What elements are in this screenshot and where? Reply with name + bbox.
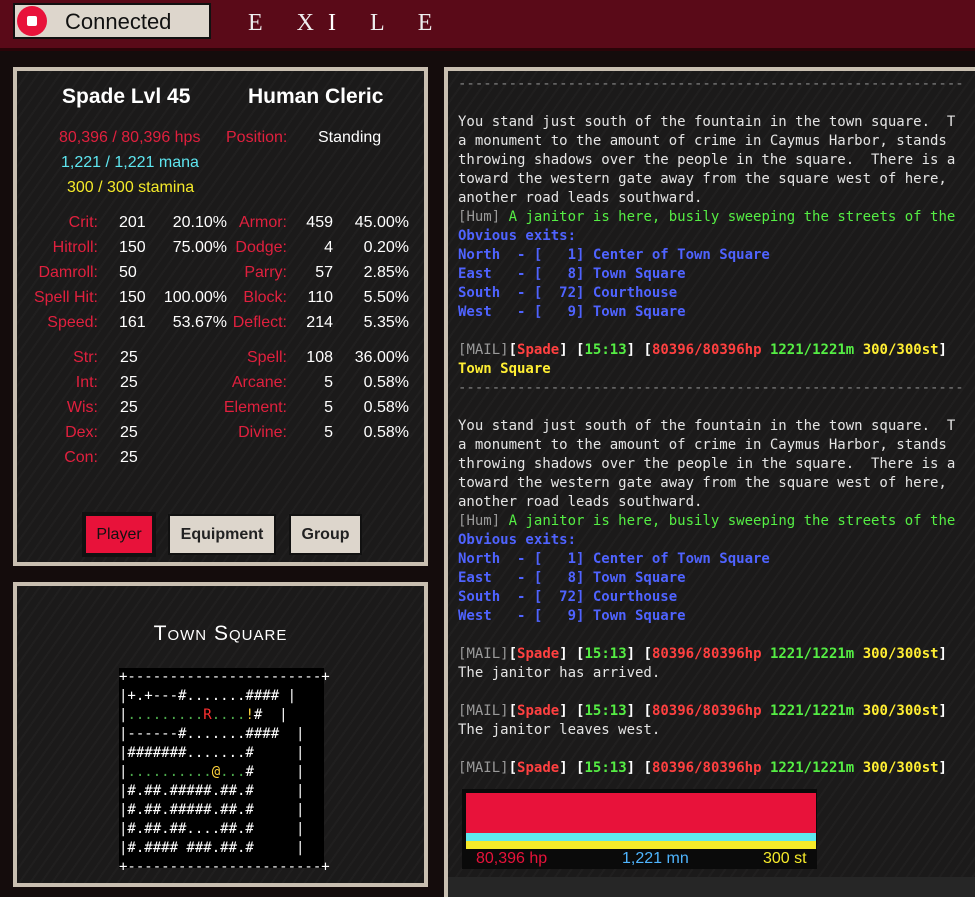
spell-value: 5 [324, 399, 333, 416]
connection-status: Connected [65, 9, 172, 34]
stamina-text: 300 / 300 stamina [67, 179, 195, 196]
stat-label: Damroll: [38, 264, 98, 281]
game-output-panel: ----------------------------------------… [444, 67, 975, 897]
stat-label: Speed: [47, 314, 98, 331]
character-name: Spade Lvl 45 [62, 85, 191, 108]
mana-bar-label: 1,221 mn [622, 850, 689, 867]
attribute-label: Wis: [66, 399, 98, 416]
stop-icon[interactable] [17, 6, 47, 36]
command-input-area[interactable] [448, 877, 975, 897]
hp-bar-label: 80,396 hp [476, 850, 548, 867]
hp-bar [466, 793, 816, 833]
stat-value: 57 [315, 264, 333, 281]
stat-value: 150 [119, 289, 146, 306]
stat-label: Armor: [239, 214, 287, 231]
vitals-bars: 80,396 hp 1,221 mn 300 st [462, 789, 817, 869]
stat-label: Block: [243, 289, 287, 306]
attribute-value: 25 [120, 449, 138, 466]
stat-label: Dodge: [235, 239, 287, 256]
hps-text: 80,396 / 80,396 hps [59, 129, 201, 146]
spell-label: Arcane: [231, 374, 287, 391]
stat-value: 150 [119, 239, 146, 256]
position-value: Standing [318, 129, 382, 146]
character-stats-panel: Spade Lvl 45 Human Cleric 80,396 / 80,39… [13, 67, 428, 566]
stat-percent: 100.00% [163, 289, 227, 306]
stat-label: Deflect: [232, 314, 287, 331]
stat-percent: 5.35% [363, 314, 409, 331]
attribute-value: 25 [120, 349, 138, 366]
spell-label: Spell: [246, 349, 287, 366]
attribute-value: 25 [120, 424, 138, 441]
attribute-value: 25 [120, 399, 138, 416]
attribute-label: Dex: [65, 424, 98, 441]
top-bar: Connected E XI L E [0, 0, 975, 51]
stat-value: 214 [306, 314, 333, 331]
stat-percent: 45.00% [354, 214, 409, 231]
spell-percent: 0.58% [363, 399, 409, 416]
spell-percent: 0.58% [363, 374, 409, 391]
stat-percent: 53.67% [172, 314, 227, 331]
stat-value: 4 [324, 239, 333, 256]
spell-value: 5 [324, 374, 333, 391]
stat-value: 201 [119, 214, 146, 231]
stat-percent: 0.20% [363, 239, 409, 256]
spell-percent: 0.58% [363, 424, 409, 441]
stat-percent: 75.00% [172, 239, 227, 256]
position-label: Position: [226, 129, 288, 146]
stat-value: 50 [119, 264, 137, 281]
stat-value: 161 [119, 314, 146, 331]
attribute-label: Con: [64, 449, 98, 466]
connection-toggle[interactable]: Connected [13, 3, 211, 39]
spell-percent: 36.00% [354, 349, 409, 366]
spell-value: 108 [306, 349, 333, 366]
game-output: ----------------------------------------… [458, 76, 964, 776]
attribute-label: Str: [73, 349, 98, 366]
spell-value: 5 [324, 424, 333, 441]
tab-equipment[interactable]: Equipment [168, 514, 276, 555]
stamina-bar-label: 300 st [763, 850, 807, 867]
attribute-label: Int: [75, 374, 98, 391]
stat-percent: 5.50% [363, 289, 409, 306]
spell-label: Element: [223, 399, 287, 416]
mana-text: 1,221 / 1,221 mana [61, 154, 199, 171]
stat-value: 459 [306, 214, 333, 231]
stat-label: Parry: [244, 264, 287, 281]
map-title: Town Square [153, 622, 288, 645]
tab-group[interactable]: Group [289, 514, 362, 555]
spell-label: Divine: [238, 424, 287, 441]
stat-label: Spell Hit: [33, 289, 98, 306]
tab-player[interactable]: Player [82, 512, 156, 557]
ascii-map: +-----------------------+ |+.+---#......… [119, 668, 330, 875]
stat-label: Hitroll: [52, 239, 98, 256]
mana-bar [466, 833, 816, 841]
logo: E XI L E [248, 10, 447, 36]
stat-value: 110 [307, 289, 333, 306]
map-panel: Town Square +-----------------------+ |+… [13, 582, 428, 887]
stamina-bar [466, 841, 816, 849]
stat-percent: 2.85% [363, 264, 409, 281]
stat-percent: 20.10% [172, 214, 227, 231]
stat-label: Crit: [68, 214, 98, 231]
character-class: Human Cleric [248, 85, 384, 108]
attribute-value: 25 [120, 374, 138, 391]
